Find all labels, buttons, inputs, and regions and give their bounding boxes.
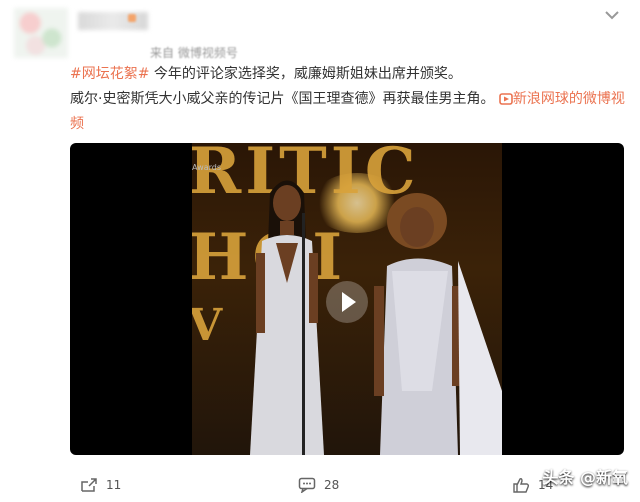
thumbs-up-icon [512, 477, 530, 493]
badge-icon [128, 14, 136, 22]
awards-label: Awards [192, 163, 221, 172]
post-text: #网坛花絮# 今年的评论家选择奖，威廉姆斯姐妹出席并颁奖。 威尔·史密斯凭大小威… [70, 62, 630, 137]
comment-count: 28 [324, 478, 340, 492]
username-blurred[interactable] [78, 12, 148, 30]
share-count: 11 [106, 478, 122, 492]
post-header: 来自 微博视频号 [0, 0, 640, 64]
share-action[interactable]: 11 [80, 476, 121, 494]
share-icon [80, 477, 98, 493]
hashtag-link[interactable]: #网坛花絮# [70, 66, 149, 82]
comment-action[interactable]: 28 [298, 476, 339, 494]
chevron-down-icon[interactable] [604, 10, 620, 20]
presenter-left [250, 180, 324, 455]
avatar[interactable] [14, 8, 68, 58]
watermark: 头条 @新氧 [542, 468, 628, 487]
post-line2: 威尔·史密斯凭大小威父亲的传记片《国王理查德》再获最佳男主角。 [70, 91, 495, 107]
comment-icon [298, 477, 316, 493]
video-player[interactable]: RITIC HOI V Awards [70, 143, 624, 455]
post-line1: 今年的评论家选择奖，威廉姆斯姐妹出席并颁奖。 [149, 66, 462, 82]
video-link-icon[interactable] [499, 93, 513, 105]
play-button[interactable] [326, 281, 368, 323]
presenter-right [374, 193, 502, 455]
post-meta: 来自 微博视频号 [150, 46, 238, 60]
